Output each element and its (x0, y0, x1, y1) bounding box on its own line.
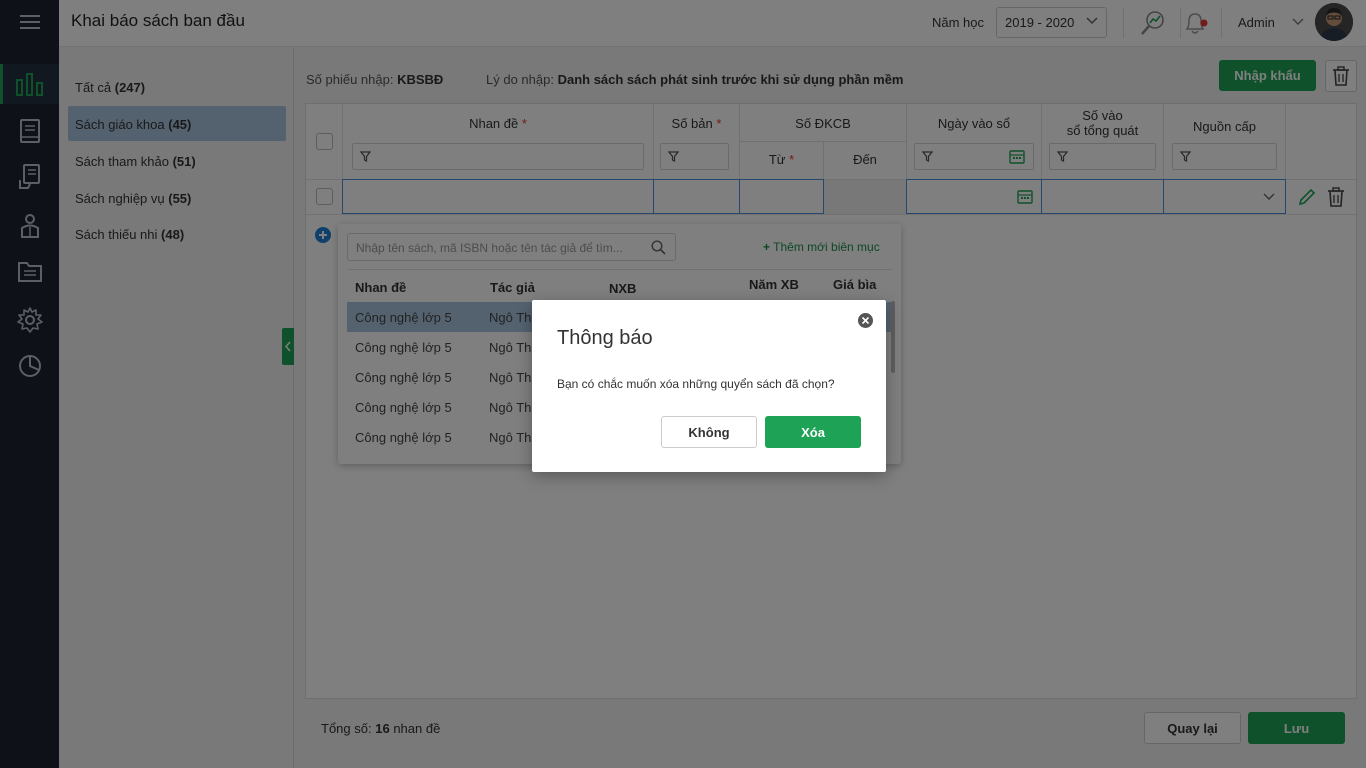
dialog-message: Bạn có chắc muốn xóa những quyển sách đã… (557, 377, 835, 391)
confirm-delete-dialog: Thông báo Bạn có chắc muốn xóa những quy… (532, 300, 886, 472)
confirm-delete-button[interactable]: Xóa (765, 416, 861, 448)
close-icon[interactable] (857, 312, 874, 329)
cancel-button[interactable]: Không (661, 416, 757, 448)
dialog-title: Thông báo (557, 327, 653, 349)
